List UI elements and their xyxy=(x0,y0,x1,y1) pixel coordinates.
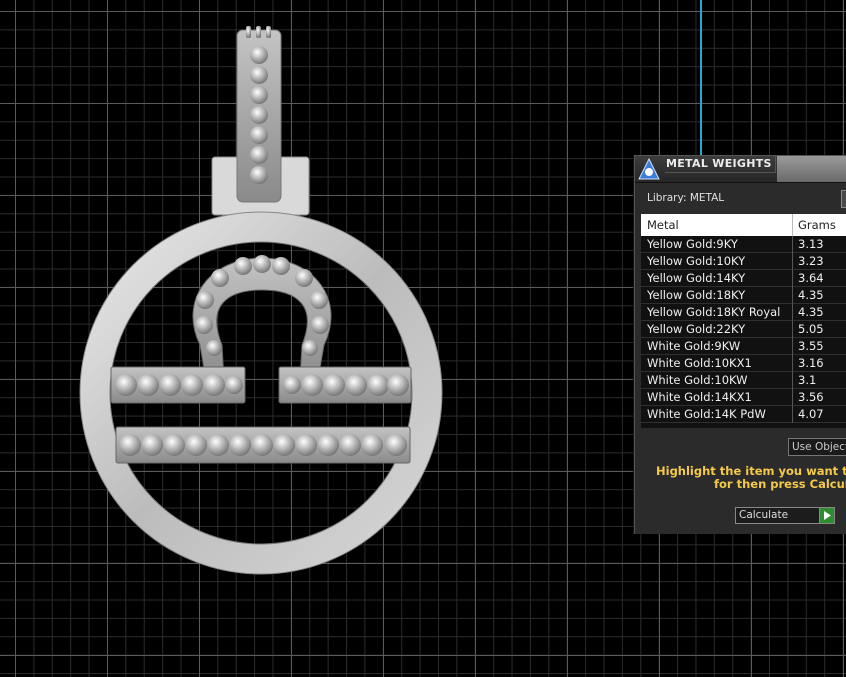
grams-cell: 3.55 xyxy=(798,339,824,353)
cell-divider xyxy=(792,287,793,304)
grams-cell: 3.23 xyxy=(798,254,824,268)
cell-divider xyxy=(792,372,793,389)
instruction-line-2: for then press Calculate xyxy=(714,477,846,491)
cell-divider xyxy=(792,236,793,253)
table-row[interactable]: Yellow Gold:14KY 3.64 xyxy=(641,270,846,287)
cell-divider xyxy=(792,355,793,372)
metal-name-cell: Yellow Gold:9KY xyxy=(647,237,738,251)
grams-cell: 4.07 xyxy=(798,407,824,421)
column-divider xyxy=(792,214,793,236)
cell-divider xyxy=(792,321,793,338)
cell-divider xyxy=(792,406,793,423)
metal-weights-icon xyxy=(638,157,660,180)
library-label: Library: METAL xyxy=(647,192,725,204)
table-header: Metal Grams xyxy=(641,214,846,236)
metal-name-cell: White Gold:14KX1 xyxy=(647,390,752,404)
play-arrow-icon xyxy=(824,511,831,520)
table-row[interactable]: Yellow Gold:22KY 5.05 xyxy=(641,321,846,338)
metal-name-cell: Yellow Gold:14KY xyxy=(647,271,746,285)
cell-divider xyxy=(792,253,793,270)
metal-name-cell: White Gold:9KW xyxy=(647,339,741,353)
grams-cell: 3.1 xyxy=(798,373,817,387)
use-object-button[interactable]: Use Object xyxy=(788,438,846,456)
table-row[interactable]: Yellow Gold:10KY 3.23 xyxy=(641,253,846,270)
metal-name-cell: Yellow Gold:18KY Royal xyxy=(647,305,781,319)
table-row[interactable]: White Gold:10KX1 3.16 xyxy=(641,355,846,372)
grams-cell: 4.35 xyxy=(798,288,824,302)
grams-cell: 4.35 xyxy=(798,305,824,319)
table-row[interactable]: Yellow Gold:9KY 3.13 xyxy=(641,236,846,253)
grams-cell: 5.05 xyxy=(798,322,824,336)
calculate-go-button[interactable] xyxy=(819,508,834,523)
panel-title: METAL WEIGHTS xyxy=(666,157,772,170)
libra-pendant-model[interactable] xyxy=(0,0,600,677)
panel-header-fill xyxy=(777,156,846,182)
metal-name-cell: Yellow Gold:22KY xyxy=(647,322,746,336)
table-row[interactable]: White Gold:10KW 3.1 xyxy=(641,372,846,389)
calculate-control[interactable]: Calculate xyxy=(735,507,835,524)
metal-name-cell: Yellow Gold:18KY xyxy=(647,288,746,302)
cell-divider xyxy=(792,270,793,287)
grams-cell: 3.64 xyxy=(798,271,824,285)
axis-guide-line xyxy=(700,0,702,157)
column-header-grams[interactable]: Grams xyxy=(798,218,836,232)
grams-cell: 3.16 xyxy=(798,356,824,370)
table-row[interactable]: White Gold:14K PdW 4.07 xyxy=(641,406,846,423)
table-row[interactable]: Yellow Gold:18KY 4.35 xyxy=(641,287,846,304)
column-header-metal[interactable]: Metal xyxy=(647,218,679,232)
metal-name-cell: White Gold:14K PdW xyxy=(647,407,766,421)
table-row[interactable]: White Gold:14KX1 3.56 xyxy=(641,389,846,406)
metal-name-cell: White Gold:10KW xyxy=(647,373,748,387)
calculate-label: Calculate xyxy=(739,509,789,521)
table-row[interactable]: Yellow Gold:18KY Royal 4.35 xyxy=(641,304,846,321)
metal-weights-panel: METAL WEIGHTS Library: METAL Metal Grams… xyxy=(634,155,846,534)
library-options-button[interactable] xyxy=(841,190,846,208)
metal-name-cell: White Gold:10KX1 xyxy=(647,356,752,370)
cell-divider xyxy=(792,389,793,406)
metal-weights-table[interactable]: Metal Grams Yellow Gold:9KY 3.13 Yellow Go… xyxy=(641,214,846,428)
cell-divider xyxy=(792,338,793,355)
panel-header[interactable]: METAL WEIGHTS xyxy=(635,156,846,183)
grams-cell: 3.56 xyxy=(798,390,824,404)
cell-divider xyxy=(792,304,793,321)
metal-name-cell: Yellow Gold:10KY xyxy=(647,254,746,268)
table-row[interactable]: White Gold:9KW 3.55 xyxy=(641,338,846,355)
grams-cell: 3.13 xyxy=(798,237,824,251)
